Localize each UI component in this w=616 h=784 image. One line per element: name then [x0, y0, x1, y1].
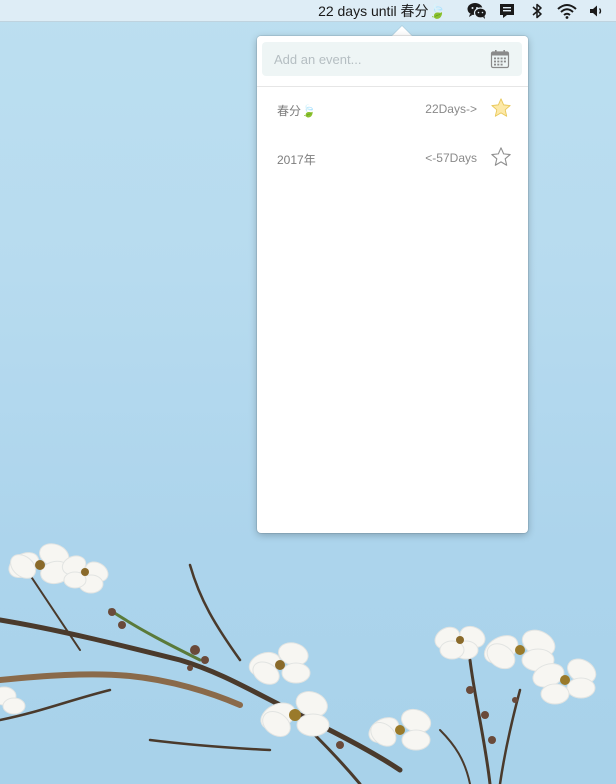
- wechat-icon[interactable]: [466, 0, 488, 22]
- countdown-title-text: 22 days until 春分🍃: [318, 2, 446, 19]
- add-event-input[interactable]: [262, 42, 494, 76]
- event-list: 春分🍃 22Days-> 2017年 <-57Days: [257, 86, 528, 184]
- star-outline-icon[interactable]: [490, 146, 512, 168]
- popover-arrow: [392, 26, 412, 36]
- event-input-container: [262, 42, 522, 76]
- bluetooth-icon[interactable]: [526, 0, 548, 22]
- volume-icon[interactable]: [586, 0, 608, 22]
- menubar: 22 days until 春分🍃: [0, 0, 616, 22]
- event-days-elapsed: <-57Days: [425, 151, 477, 165]
- event-name: 2017年: [277, 153, 316, 167]
- event-row[interactable]: 春分🍃 22Days->: [257, 86, 528, 135]
- countdown-menubar-title[interactable]: 22 days until 春分🍃: [318, 0, 446, 22]
- star-filled-icon[interactable]: [490, 97, 512, 119]
- event-days-remaining: 22Days->: [425, 102, 477, 116]
- popover-header: [257, 36, 528, 87]
- event-row[interactable]: 2017年 <-57Days: [257, 135, 528, 184]
- event-name: 春分🍃: [277, 104, 316, 118]
- countdown-popover: 春分🍃 22Days-> 2017年 <-57Days: [257, 36, 528, 533]
- message-icon[interactable]: [496, 0, 518, 22]
- wifi-icon[interactable]: [556, 0, 578, 22]
- calendar-icon[interactable]: [490, 49, 510, 69]
